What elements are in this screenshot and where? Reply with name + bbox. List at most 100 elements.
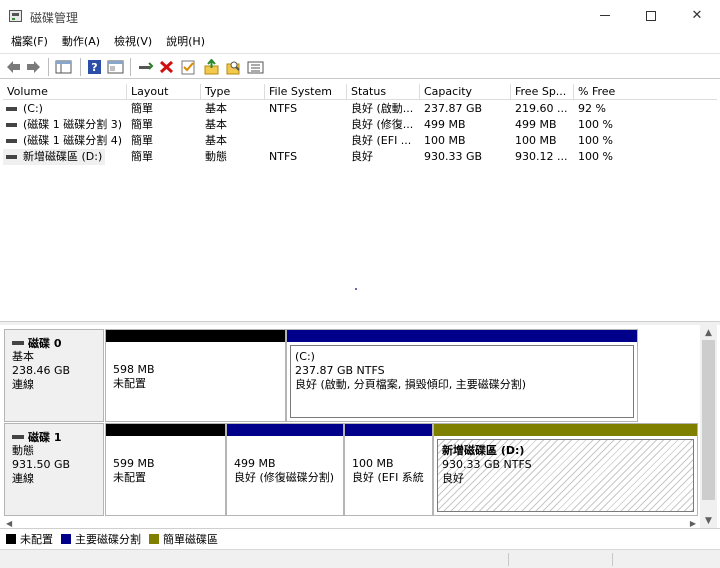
partition-color-bar [345,424,432,436]
partition-d-drive[interactable]: 新增磁碟區 (D:) 930.33 GB NTFS 良好 [433,423,698,516]
table-row[interactable]: 新增磁碟區 (D:) 簡單 動態 NTFS 良好 930.33 GB 930.1… [3,149,717,165]
disk-info-1[interactable]: 磁碟 1 動態 931.50 GB 連線 [4,423,104,516]
legend-item-unallocated: 未配置 [6,531,53,547]
partition-body: 100 MB 良好 (EFI 系統 [348,439,429,512]
connect-icon[interactable] [137,59,154,75]
partition-size: 237.87 GB NTFS [295,364,385,377]
volume-icon [6,155,17,159]
cell-file-system [265,117,347,133]
search-folder-icon[interactable] [225,59,242,75]
toolbar-separator [48,58,49,76]
legend-item-simple-volume: 簡單磁碟區 [149,531,218,547]
cell-capacity: 100 MB [424,134,466,147]
column-header-layout[interactable]: Layout [127,84,201,100]
column-header-capacity[interactable]: Capacity [420,84,511,100]
volume-icon [6,107,17,111]
help-icon[interactable]: ? [86,59,103,75]
disk-row-0: 磁碟 0 基本 238.46 GB 連線 598 MB 未配置 (C:) 237… [4,329,698,422]
close-icon: ✕ [691,8,703,23]
column-header-file-system[interactable]: File System [265,84,347,100]
back-arrow-icon[interactable] [5,59,22,75]
disk-icon [12,341,24,345]
maximize-button[interactable] [628,0,674,31]
partition-status: 良好 [442,472,464,485]
close-button[interactable]: ✕ [674,0,720,31]
disk-row-1: 磁碟 1 動態 931.50 GB 連線 599 MB 未配置 499 MB 良… [4,423,698,516]
cell-layout: 簡單 [131,150,153,163]
legend: 未配置 主要磁碟分割 簡單磁碟區 [0,528,720,549]
partition-size: 100 MB [352,457,394,470]
cell-free-space: 219.60 ... [515,102,568,115]
toolbar-separator [80,58,81,76]
console-tree-icon[interactable] [55,59,72,75]
cell-percent-free: 100 % [578,150,613,163]
window-title: 磁碟管理 [30,11,79,25]
import-icon[interactable] [203,59,220,75]
column-header-percent-free[interactable]: % Free [574,84,717,100]
column-header-status[interactable]: Status [347,84,420,100]
cell-layout: 簡單 [131,134,153,147]
disk-info-0[interactable]: 磁碟 0 基本 238.46 GB 連線 [4,329,104,422]
checklist-icon[interactable] [180,59,197,75]
vertical-scrollbar[interactable]: ▲ ▼ [700,325,717,528]
toolbar: ? [0,53,720,79]
minimize-icon [600,15,610,16]
minimize-button[interactable] [582,0,628,31]
forward-arrow-icon[interactable] [25,59,42,75]
partition-status: 良好 (EFI 系統 [352,471,424,484]
partition-status: 未配置 [113,471,146,484]
disk-state: 連線 [12,472,34,485]
partition-body: (C:) 237.87 GB NTFS 良好 (啟動, 分頁檔案, 損毀傾印, … [290,345,634,418]
partition-body: 598 MB 未配置 [109,345,282,418]
cell-free-space: 499 MB [515,118,557,131]
horizontal-scrollbar[interactable]: ◀ ▶ [4,518,698,528]
scroll-up-icon[interactable]: ▲ [700,325,717,340]
title-bar: 磁碟管理 ✕ [0,0,720,31]
list-view-icon[interactable] [247,59,264,75]
properties-icon[interactable] [107,59,124,75]
delete-icon[interactable] [158,59,175,75]
partition-efi[interactable]: 100 MB 良好 (EFI 系統 [344,423,433,516]
cell-volume: 新增磁碟區 (D:) [23,150,103,163]
toolbar-separator [130,58,131,76]
partition-title: (C:) [295,350,315,363]
partition-unallocated[interactable]: 598 MB 未配置 [105,329,286,422]
volume-icon [6,123,17,127]
volume-list-pane[interactable]: Volume Layout Type File System Status Ca… [0,80,720,321]
column-header-type[interactable]: Type [201,84,265,100]
cell-capacity: 499 MB [424,118,466,131]
cell-percent-free: 100 % [578,118,613,131]
partition-recovery[interactable]: 499 MB 良好 (修復磁碟分割) [226,423,344,516]
disk-map-pane[interactable]: 磁碟 0 基本 238.46 GB 連線 598 MB 未配置 (C:) 237… [0,325,720,528]
menu-help[interactable]: 說明(H) [159,31,212,53]
column-header-free-space[interactable]: Free Sp... [511,84,574,100]
disk-name: 磁碟 1 [12,430,103,444]
table-row[interactable]: (磁碟 1 磁碟分割 4) 簡單 基本 良好 (EFI ... 100 MB 1… [3,133,717,149]
disk-size: 931.50 GB [12,458,71,471]
disk-icon [12,435,24,439]
table-row[interactable]: (磁碟 1 磁碟分割 3) 簡單 基本 良好 (修復... 499 MB 499… [3,117,717,133]
cell-layout: 簡單 [131,118,153,131]
volume-icon [6,139,17,143]
scroll-left-icon[interactable]: ◀ [6,519,12,528]
partition-unallocated[interactable]: 599 MB 未配置 [105,423,226,516]
scrollbar-thumb[interactable] [702,340,715,500]
menu-view[interactable]: 檢視(V) [107,31,159,53]
partition-status: 良好 (啟動, 分頁檔案, 損毀傾印, 主要磁碟分割) [295,378,527,391]
table-row[interactable]: (C:) 簡單 基本 NTFS 良好 (啟動... 237.87 GB 219.… [3,101,717,117]
partition-c-drive[interactable]: (C:) 237.87 GB NTFS 良好 (啟動, 分頁檔案, 損毀傾印, … [286,329,638,422]
status-bar [0,549,720,568]
legend-label: 主要磁碟分割 [75,533,141,546]
menu-file[interactable]: 檔案(F) [4,31,55,53]
cell-status: 良好 (啟動... [351,102,414,115]
menu-action[interactable]: 動作(A) [55,31,107,53]
partition-body: 599 MB 未配置 [109,439,222,512]
scroll-right-icon[interactable]: ▶ [690,519,696,528]
svg-text:?: ? [91,61,97,74]
cell-free-space: 100 MB [515,134,557,147]
maximize-icon [646,10,656,21]
column-header-volume[interactable]: Volume [3,84,127,100]
partition-color-bar [227,424,343,436]
cell-volume: (C:) [23,102,43,115]
scroll-down-icon[interactable]: ▼ [700,513,717,528]
